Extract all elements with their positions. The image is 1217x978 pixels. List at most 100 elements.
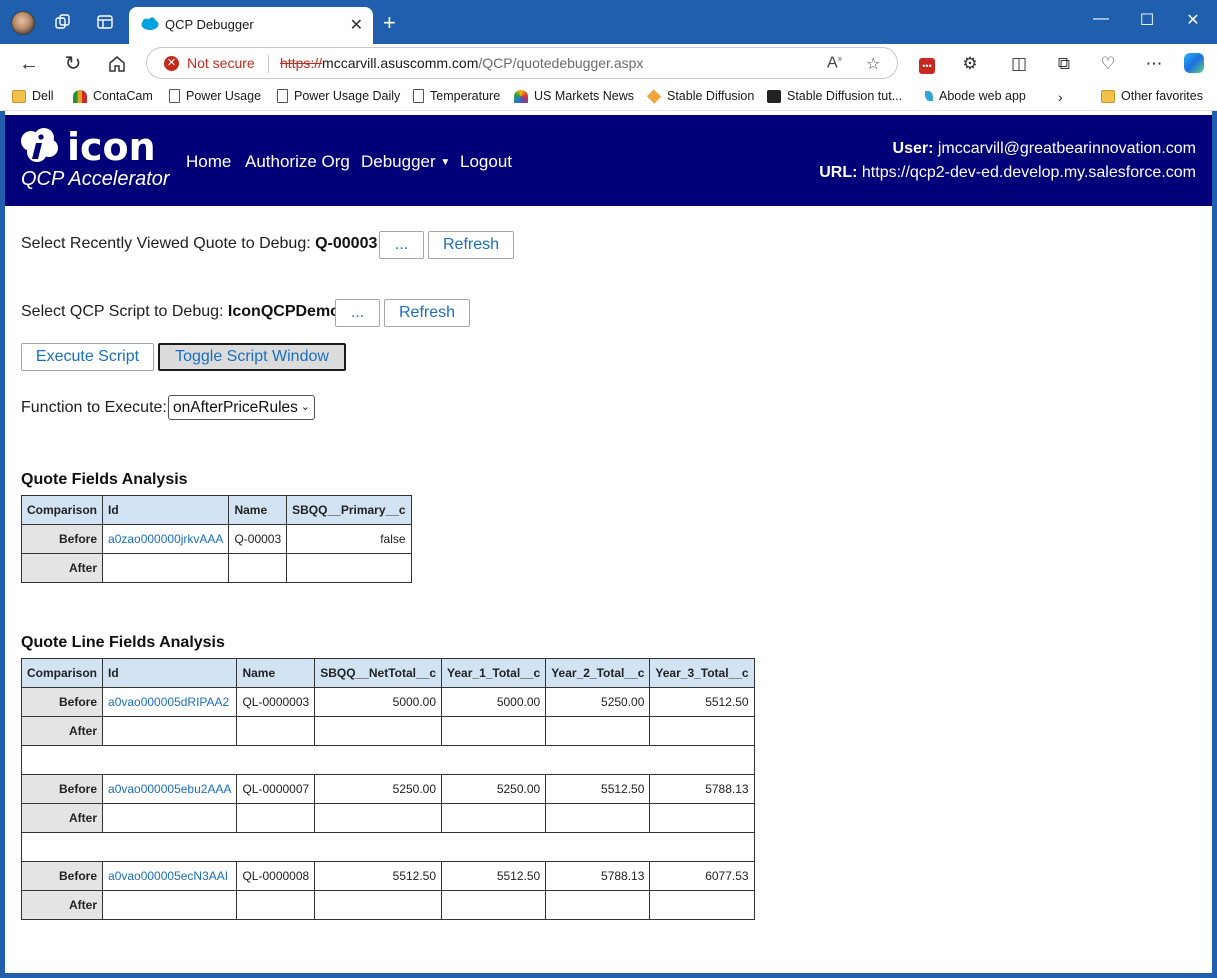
- header-cell: Name: [236, 658, 316, 688]
- table-row: Before a0zao000000jrkvAAA Q-00003 false: [20, 524, 412, 554]
- script-browse-button[interactable]: ...: [335, 299, 380, 327]
- favorite-dell[interactable]: Dell: [12, 89, 54, 103]
- url-label: URL:: [819, 164, 858, 181]
- favorite-stable-diffusion[interactable]: Stable Diffusion: [646, 88, 754, 104]
- quote-refresh-button[interactable]: Refresh: [428, 231, 514, 259]
- icon-logo-mark-icon: [21, 128, 58, 162]
- row-label: After: [20, 890, 104, 920]
- workspaces-icon[interactable]: [54, 13, 72, 31]
- favorite-contacam[interactable]: ContaCam: [73, 89, 153, 103]
- table-cell: [286, 553, 412, 583]
- tab-close-icon[interactable]: ✕: [350, 15, 363, 35]
- quote-browse-button[interactable]: ...: [379, 231, 424, 259]
- minimize-icon[interactable]: —: [1086, 10, 1116, 28]
- security-label[interactable]: Not secure: [187, 55, 255, 71]
- row-label: Before: [20, 524, 104, 554]
- favorite-power-usage-daily[interactable]: Power Usage Daily: [277, 89, 400, 103]
- url-scheme: https://: [280, 55, 323, 71]
- record-id-link[interactable]: a0vao000005ecN3AAI: [102, 861, 238, 891]
- table-cell: 6077.53: [649, 861, 755, 891]
- favorite-label: Dell: [32, 89, 54, 103]
- favorite-label: Power Usage: [186, 89, 262, 103]
- table-cell: [314, 803, 443, 833]
- page-icon: [413, 89, 424, 103]
- favorite-us-markets-news[interactable]: US Markets News: [514, 89, 634, 103]
- record-id-link[interactable]: a0vao000005ebu2AAA: [102, 774, 238, 804]
- reload-icon[interactable]: ↻: [62, 53, 84, 75]
- url-text[interactable]: https://mccarvill.asuscomm.com/QCP/quote…: [280, 55, 643, 71]
- copilot-icon[interactable]: [1183, 53, 1205, 75]
- record-id-link[interactable]: a0zao000000jrkvAAA: [102, 524, 230, 554]
- table-cell: 5512.50: [314, 861, 443, 891]
- folder-icon: [1101, 89, 1115, 103]
- favorite-abode-web-app[interactable]: Abode web app: [925, 89, 1026, 103]
- page-content: icon QCP Accelerator Home Authorize Org …: [5, 111, 1212, 973]
- table-row: After: [20, 553, 412, 583]
- home-icon[interactable]: [106, 53, 128, 75]
- extension-red-icon[interactable]: •••: [916, 53, 938, 75]
- nbc-icon: [514, 89, 528, 103]
- execute-script-button[interactable]: Execute Script: [21, 343, 154, 371]
- table-row: After: [20, 716, 755, 746]
- close-window-icon[interactable]: ✕: [1178, 10, 1208, 30]
- read-aloud-icon[interactable]: A»: [827, 54, 842, 72]
- table-cell: QL-0000007: [236, 774, 316, 804]
- favorite-stable-diffusion-tut[interactable]: Stable Diffusion tut...: [767, 89, 902, 103]
- back-icon[interactable]: ←: [18, 53, 40, 75]
- favorite-star-icon[interactable]: ☆: [866, 54, 880, 74]
- other-favorites[interactable]: Other favorites: [1101, 89, 1203, 103]
- script-selected-value: IconQCPDemo: [227, 303, 340, 320]
- nav-logout[interactable]: Logout: [460, 152, 512, 172]
- extensions-icon[interactable]: ⚙: [959, 53, 981, 75]
- nav-debugger[interactable]: Debugger ▼: [361, 152, 450, 172]
- logo-text[interactable]: icon: [67, 125, 156, 169]
- browser-titlebar: QCP Debugger ✕ + — ☐ ✕: [0, 0, 1217, 44]
- caret-down-icon: ▼: [440, 157, 451, 169]
- profile-avatar[interactable]: [11, 11, 35, 35]
- table-cell: [649, 803, 755, 833]
- table-cell: [102, 803, 238, 833]
- not-secure-icon[interactable]: ✕: [164, 56, 179, 71]
- nav-home[interactable]: Home: [186, 152, 231, 172]
- favorite-label: Abode web app: [939, 89, 1026, 103]
- table-cell: [649, 890, 755, 920]
- user-info: User: jmccarvill@greatbearinnovation.com: [893, 140, 1196, 158]
- settings-more-icon[interactable]: ⋯: [1143, 53, 1165, 75]
- favorite-temperature[interactable]: Temperature: [413, 89, 500, 103]
- favorite-power-usage[interactable]: Power Usage: [169, 89, 261, 103]
- table-spacer-row: [21, 745, 755, 775]
- quote-selected-value: Q-00003: [315, 235, 378, 252]
- table-cell: [314, 890, 443, 920]
- app-subtitle: QCP Accelerator: [21, 168, 170, 190]
- browser-essentials-icon[interactable]: ♡: [1097, 53, 1119, 75]
- toggle-script-window-button[interactable]: Toggle Script Window: [158, 343, 346, 371]
- record-id-link[interactable]: a0vao000005dRIPAA2: [102, 687, 238, 717]
- active-tab[interactable]: QCP Debugger ✕: [129, 7, 373, 44]
- tab-actions-icon[interactable]: [96, 13, 114, 31]
- table-cell: 5512.50: [649, 687, 755, 717]
- chevron-right-icon[interactable]: ›: [1058, 89, 1063, 105]
- row-label: After: [20, 716, 104, 746]
- quote-line-fields-table: Comparison Id Name SBQQ__NetTotal__c Yea…: [20, 658, 755, 920]
- collections-icon[interactable]: ⧉: [1053, 53, 1075, 75]
- header-cell: Year_3_Total__c: [649, 658, 755, 688]
- table-cell: [545, 716, 651, 746]
- header-cell: SBQQ__Primary__c: [286, 495, 412, 525]
- header-cell: Name: [228, 495, 288, 525]
- table-cell: [102, 716, 238, 746]
- table-cell: 5250.00: [314, 774, 443, 804]
- maximize-icon[interactable]: ☐: [1132, 10, 1162, 30]
- function-select[interactable]: onAfterPriceRules ⌄: [168, 395, 315, 420]
- new-tab-icon[interactable]: +: [383, 10, 396, 36]
- table-cell: [545, 803, 651, 833]
- address-bar[interactable]: ✕ Not secure https://mccarvill.asuscomm.…: [146, 47, 898, 79]
- org-url-info: URL: https://qcp2-dev-ed.develop.my.sale…: [819, 164, 1196, 182]
- function-label: Function to Execute:: [21, 399, 167, 416]
- header-cell: Year_2_Total__c: [545, 658, 651, 688]
- nav-authorize-org[interactable]: Authorize Org: [245, 152, 350, 172]
- script-refresh-button[interactable]: Refresh: [384, 299, 470, 327]
- header-cell: Comparison: [20, 658, 104, 688]
- split-screen-icon[interactable]: ◫: [1008, 53, 1030, 75]
- app-navbar: icon QCP Accelerator Home Authorize Org …: [5, 115, 1212, 206]
- folder-icon: [12, 89, 26, 103]
